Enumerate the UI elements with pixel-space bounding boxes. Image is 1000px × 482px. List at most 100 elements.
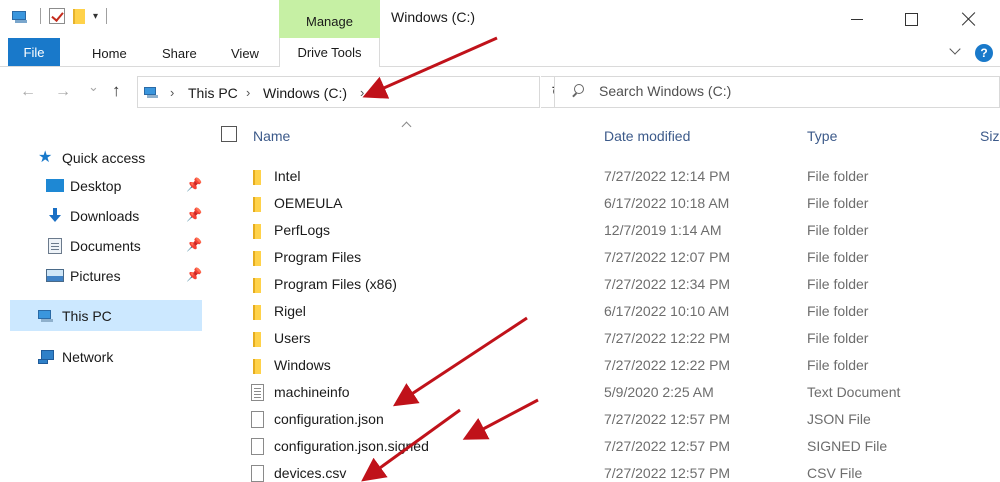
search-input[interactable] <box>599 83 979 99</box>
table-row[interactable]: configuration.json 7/27/2022 12:57 PM JSON… <box>215 406 1000 433</box>
breadcrumb-separator-icon[interactable]: › <box>170 85 174 100</box>
maximize-button[interactable] <box>888 4 934 34</box>
folder-icon <box>253 359 261 374</box>
this-pc-icon <box>38 309 56 323</box>
column-header-size[interactable]: Size <box>980 128 1000 144</box>
sidebar-item-downloads[interactable]: Downloads <box>46 202 139 230</box>
downloads-icon <box>48 208 62 224</box>
file-type: File folder <box>807 168 869 184</box>
column-header-type[interactable]: Type <box>807 128 837 144</box>
sidebar-item-documents[interactable]: Documents <box>46 232 141 260</box>
sidebar-item-label: Documents <box>70 238 141 254</box>
file-type: File folder <box>807 195 869 211</box>
navigation-pane: ★ Quick access Desktop 📌 Downloads 📌 Doc… <box>0 123 215 482</box>
file-name[interactable]: Users <box>274 330 311 346</box>
folder-icon <box>253 305 261 320</box>
sidebar-item-quick-access[interactable]: ★ Quick access <box>38 144 145 172</box>
tab-view[interactable]: View <box>231 46 259 61</box>
file-name[interactable]: devices.csv <box>274 465 346 481</box>
tab-share[interactable]: Share <box>162 46 197 61</box>
text-file-icon <box>251 384 264 401</box>
tab-drive-tools[interactable]: Drive Tools <box>279 38 380 67</box>
select-all-checkbox[interactable] <box>221 126 237 142</box>
breadcrumb-windows-c[interactable]: Windows (C:) <box>263 85 347 101</box>
breadcrumb-separator-icon[interactable]: › <box>360 85 364 100</box>
file-name[interactable]: configuration.json.signed <box>274 438 429 454</box>
table-row[interactable]: machineinfo 5/9/2020 2:25 AM Text Document <box>215 379 1000 406</box>
folder-icon <box>253 170 261 185</box>
network-icon <box>38 350 56 364</box>
file-name[interactable]: PerfLogs <box>274 222 330 238</box>
close-button[interactable] <box>946 4 992 34</box>
ribbon-tabs: File Home Share View Drive Tools <box>0 38 1000 67</box>
quick-access-toolbar: ▾ <box>12 8 108 24</box>
table-row[interactable]: Windows 7/27/2022 12:22 PM File folder <box>215 352 1000 379</box>
sidebar-item-network[interactable]: Network <box>38 343 113 371</box>
sidebar-item-label: Desktop <box>70 178 122 194</box>
breadcrumb-separator-icon[interactable]: › <box>246 85 250 100</box>
tab-file[interactable]: File <box>8 38 60 66</box>
manage-tab-label[interactable]: Manage <box>279 14 380 29</box>
title-bar: ▾ Manage Windows (C:) <box>0 0 1000 40</box>
up-arrow-icon[interactable]: ↑ <box>112 81 121 101</box>
properties-check-icon[interactable] <box>49 8 65 24</box>
table-row[interactable]: Intel 7/27/2022 12:14 PM File folder <box>215 163 1000 190</box>
pin-icon[interactable]: 📌 <box>186 267 202 283</box>
sidebar-item-this-pc[interactable]: This PC <box>38 302 112 330</box>
file-name[interactable]: configuration.json <box>274 411 384 427</box>
forward-arrow-icon[interactable]: → <box>55 83 71 101</box>
table-row[interactable]: configuration.json.signed 7/27/2022 12:57… <box>215 433 1000 460</box>
file-list: Name Date modified Type Size Intel 7/27/2… <box>215 123 1000 482</box>
column-header-name[interactable]: Name <box>253 128 290 144</box>
navigation-bar: ← → ⌄ ↑ › This PC › Windows (C:) › ↻ <box>0 67 1000 123</box>
file-name[interactable]: Windows <box>274 357 331 373</box>
sort-ascending-icon <box>401 119 411 129</box>
table-row[interactable]: Program Files (x86) 7/27/2022 12:34 PM Fil… <box>215 271 1000 298</box>
address-bar[interactable]: › This PC › Windows (C:) › <box>137 76 540 108</box>
file-type: SIGNED File <box>807 438 888 454</box>
file-name[interactable]: Program Files <box>274 249 361 265</box>
breadcrumb-this-pc[interactable]: This PC <box>188 85 238 101</box>
file-name[interactable]: Rigel <box>274 303 306 319</box>
back-arrow-icon[interactable]: ← <box>20 83 36 101</box>
minimize-button[interactable] <box>834 4 880 34</box>
file-icon <box>251 465 264 482</box>
file-date-modified: 7/27/2022 12:57 PM <box>604 411 731 427</box>
pin-icon[interactable]: 📌 <box>186 237 202 253</box>
table-row[interactable]: Users 7/27/2022 12:22 PM File folder <box>215 325 1000 352</box>
file-type: Text Document <box>807 384 901 400</box>
pictures-icon <box>46 269 64 282</box>
table-row[interactable]: Rigel 6/17/2022 10:10 AM File folder <box>215 298 1000 325</box>
toolbar-divider <box>106 8 108 24</box>
expand-ribbon-chevron-icon[interactable] <box>948 44 962 58</box>
file-name[interactable]: Intel <box>274 168 300 184</box>
file-date-modified: 6/17/2022 10:18 AM <box>604 195 730 211</box>
tab-home[interactable]: Home <box>92 46 127 61</box>
table-row[interactable]: PerfLogs 12/7/2019 1:14 AM File folder <box>215 217 1000 244</box>
table-row[interactable]: OEMEULA 6/17/2022 10:18 AM File folder <box>215 190 1000 217</box>
file-type: File folder <box>807 276 869 292</box>
file-type: JSON File <box>807 411 871 427</box>
this-pc-icon <box>144 85 162 99</box>
search-box[interactable] <box>554 76 1000 108</box>
file-type: File folder <box>807 249 869 265</box>
file-name[interactable]: machineinfo <box>274 384 350 400</box>
sidebar-item-pictures[interactable]: Pictures <box>46 262 121 290</box>
folder-icon <box>253 224 261 239</box>
pin-icon[interactable]: 📌 <box>186 207 202 223</box>
table-row[interactable]: Program Files 7/27/2022 12:07 PM File fold… <box>215 244 1000 271</box>
file-name[interactable]: OEMEULA <box>274 195 342 211</box>
file-date-modified: 6/17/2022 10:10 AM <box>604 303 730 319</box>
sidebar-item-desktop[interactable]: Desktop <box>46 172 121 200</box>
file-date-modified: 7/27/2022 12:14 PM <box>604 168 731 184</box>
new-folder-icon[interactable] <box>73 8 85 24</box>
customize-toolbar-dropdown-icon[interactable]: ▾ <box>93 11 98 22</box>
desktop-icon <box>46 179 64 192</box>
column-header-date-modified[interactable]: Date modified <box>604 128 690 144</box>
table-row[interactable]: devices.csv 7/27/2022 12:57 PM CSV File <box>215 460 1000 482</box>
help-icon[interactable]: ? <box>975 44 993 62</box>
recent-locations-chevron-icon[interactable]: ⌄ <box>88 79 99 95</box>
file-name[interactable]: Program Files (x86) <box>274 276 397 292</box>
pin-icon[interactable]: 📌 <box>186 177 202 193</box>
folder-icon <box>253 251 261 266</box>
